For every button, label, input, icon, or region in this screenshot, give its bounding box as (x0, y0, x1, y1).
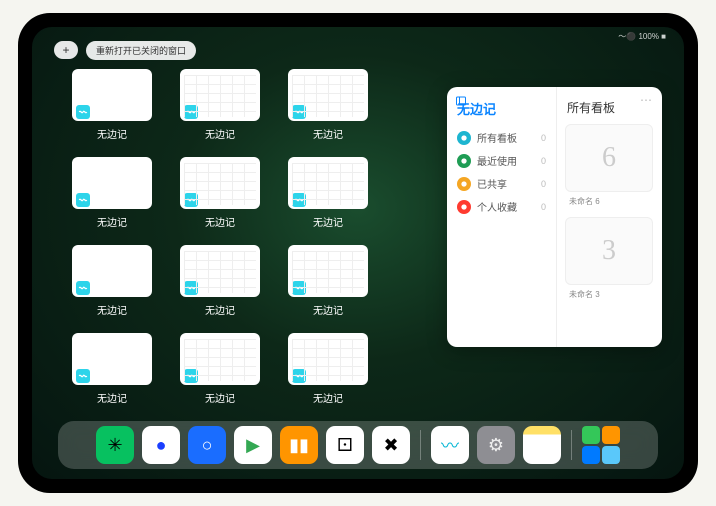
thumbnail-label: 无边记 (313, 302, 343, 317)
window-thumbnail[interactable]: 无边记 (288, 333, 368, 405)
freeform-app-icon (184, 193, 198, 207)
thumbnail-preview (288, 157, 368, 209)
sidebar-item-count: 0 (541, 202, 546, 212)
freeform-app-icon (292, 369, 306, 383)
freeform-app-icon (76, 193, 90, 207)
board-thumbnail[interactable]: 6 (565, 124, 653, 192)
panel-icon (455, 95, 467, 107)
dock-icon-app-blue-circle[interactable]: ● (142, 426, 180, 464)
ipad-device: ～⚫ 100% ■ + 重新打开已关闭的窗口 无边记无边记无边记无边记无边记无边… (18, 13, 698, 493)
board-label: 未命名 6 (569, 196, 654, 207)
thumbnail-label: 无边记 (97, 302, 127, 317)
thumbnail-label: 无边记 (205, 390, 235, 405)
window-thumbnail[interactable]: 无边记 (180, 245, 260, 317)
panel-title: 无边记 (457, 99, 548, 118)
dock-icon-browser[interactable]: ○ (188, 426, 226, 464)
freeform-app-icon (184, 281, 198, 295)
window-thumbnail[interactable]: 无边记 (72, 157, 152, 229)
dock-icon-settings[interactable]: ⚙ (477, 426, 515, 464)
freeform-app-icon (292, 281, 306, 295)
sidebar-item-label: 个人收藏 (477, 199, 517, 214)
freeform-app-icon (76, 105, 90, 119)
more-icon[interactable]: ⋯ (640, 93, 652, 107)
new-window-button[interactable]: + (54, 41, 78, 59)
thumbnail-preview (180, 69, 260, 121)
dock-icon-notes[interactable] (523, 426, 561, 464)
board-label: 未命名 3 (569, 289, 654, 300)
thumbnail-preview (72, 157, 152, 209)
window-thumbnail[interactable]: 无边记 (288, 69, 368, 141)
thumbnail-label: 无边记 (97, 390, 127, 405)
freeform-sidepanel[interactable]: ⋯ 无边记 所有看板 0 最近使用 0 已共享 0 个人收藏 0 所有看板 6 未命名 6 3 未命… (447, 87, 662, 347)
sidebar-item-label: 最近使用 (477, 153, 517, 168)
sidebar-item-icon (457, 131, 471, 145)
thumbnail-preview (72, 69, 152, 121)
sidebar-item-icon (457, 177, 471, 191)
thumbnail-preview (72, 333, 152, 385)
dock-icon-wechat[interactable]: ✳ (96, 426, 134, 464)
freeform-app-icon (76, 281, 90, 295)
thumbnail-label: 无边记 (205, 126, 235, 141)
dock-icon-freeform[interactable]: 〰 (431, 426, 469, 464)
sidebar-item-count: 0 (541, 156, 546, 166)
status-bar: ～⚫ 100% ■ (618, 31, 666, 42)
thumbnail-label: 无边记 (97, 214, 127, 229)
window-grid: 无边记无边记无边记无边记无边记无边记无边记无边记无边记无边记无边记无边记 (72, 69, 432, 405)
dock-icon-dice[interactable]: ⚀ (326, 426, 364, 464)
window-thumbnail[interactable]: 无边记 (288, 157, 368, 229)
sidebar-item[interactable]: 个人收藏 0 (455, 195, 548, 218)
thumbnail-preview (288, 245, 368, 297)
thumbnail-label: 无边记 (313, 390, 343, 405)
thumbnail-label: 无边记 (205, 214, 235, 229)
screen: ～⚫ 100% ■ + 重新打开已关闭的窗口 无边记无边记无边记无边记无边记无边… (32, 27, 684, 479)
thumbnail-preview (180, 333, 260, 385)
panel-sidebar: 无边记 所有看板 0 最近使用 0 已共享 0 个人收藏 0 (447, 87, 557, 347)
window-thumbnail[interactable]: 无边记 (72, 245, 152, 317)
sidebar-item[interactable]: 已共享 0 (455, 172, 548, 195)
thumbnail-preview (288, 69, 368, 121)
dock-icon-connect[interactable]: ✖ (372, 426, 410, 464)
dock-icon-books[interactable]: ▮▮ (280, 426, 318, 464)
window-thumbnail[interactable]: 无边记 (72, 333, 152, 405)
thumbnail-label: 无边记 (205, 302, 235, 317)
sidebar-item-label: 已共享 (477, 176, 507, 191)
dock-icon-play-store[interactable]: ▶ (234, 426, 272, 464)
dock-app-library[interactable] (582, 426, 620, 464)
window-thumbnail[interactable]: 无边记 (72, 69, 152, 141)
panel-content: 所有看板 6未命名 63未命名 3 (557, 87, 662, 347)
freeform-app-icon (292, 105, 306, 119)
dock-separator (571, 430, 572, 460)
thumbnail-preview (180, 245, 260, 297)
reopen-closed-window-button[interactable]: 重新打开已关闭的窗口 (86, 41, 196, 60)
sidebar-item-icon (457, 200, 471, 214)
board-thumbnail[interactable]: 3 (565, 217, 653, 285)
sidebar-item[interactable]: 最近使用 0 (455, 149, 548, 172)
thumbnail-preview (72, 245, 152, 297)
freeform-app-icon (184, 105, 198, 119)
thumbnail-label: 无边记 (313, 126, 343, 141)
sidebar-item-count: 0 (541, 179, 546, 189)
thumbnail-label: 无边记 (313, 214, 343, 229)
sidebar-item-count: 0 (541, 133, 546, 143)
window-thumbnail[interactable]: 无边记 (288, 245, 368, 317)
freeform-app-icon (184, 369, 198, 383)
dock: ✳●○▶▮▮⚀✖ 〰⚙ (58, 421, 658, 469)
thumbnail-label: 无边记 (97, 126, 127, 141)
freeform-app-icon (76, 369, 90, 383)
window-thumbnail[interactable]: 无边记 (180, 157, 260, 229)
sidebar-item-label: 所有看板 (477, 130, 517, 145)
window-thumbnail[interactable]: 无边记 (180, 69, 260, 141)
dock-separator (420, 430, 421, 460)
thumbnail-preview (288, 333, 368, 385)
thumbnail-preview (180, 157, 260, 209)
window-thumbnail[interactable]: 无边记 (180, 333, 260, 405)
sidebar-item[interactable]: 所有看板 0 (455, 126, 548, 149)
freeform-app-icon (292, 193, 306, 207)
sidebar-item-icon (457, 154, 471, 168)
